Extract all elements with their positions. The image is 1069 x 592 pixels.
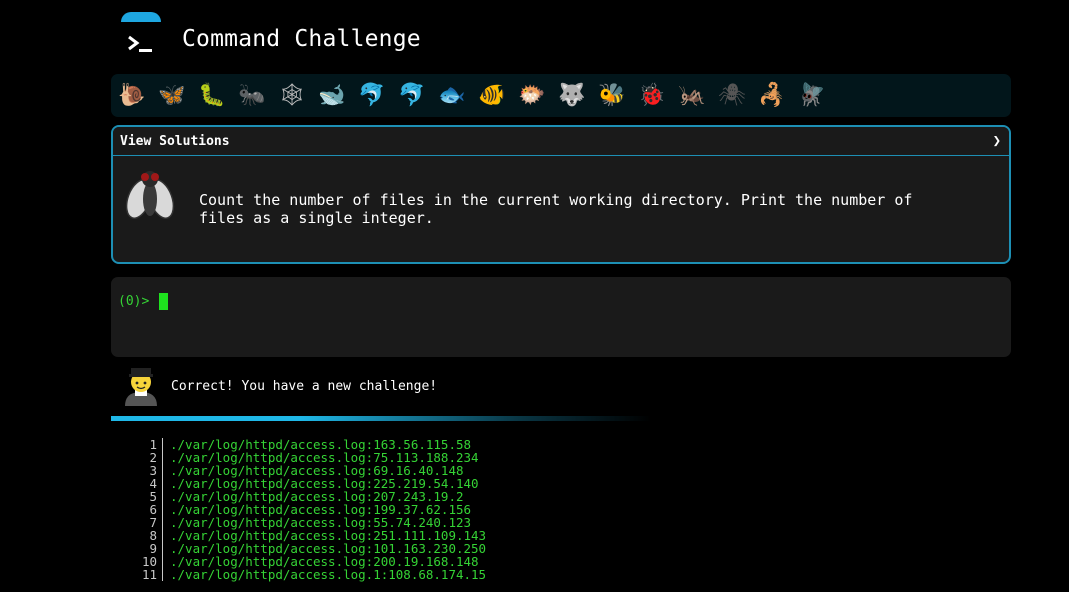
line-separator — [162, 516, 163, 529]
level-selector-bar: 🐌 🦋 🐛 🐜 🕸 🐋 🐬 🐬 🐟 🐠 🐡 🐺 🐝 🐞 🦗 🕷 🦂 🪰 — [111, 74, 1011, 117]
challenge-description: Count the number of files in the current… — [199, 191, 913, 227]
whale-icon[interactable]: 🐋 — [316, 80, 348, 112]
ant-icon[interactable]: 🐜 — [236, 80, 268, 112]
snail-icon[interactable]: 🐌 — [116, 80, 148, 112]
terminal-input-area[interactable]: (0)> — [111, 277, 1011, 357]
terminal-prompt: (0)> — [118, 294, 150, 309]
terminal-prompt-icon — [128, 35, 152, 52]
caterpillar-icon[interactable]: 🐛 — [196, 80, 228, 112]
feedback-message: Correct! You have a new challenge! — [171, 379, 438, 394]
view-solutions-toggle[interactable]: View Solutions ❯ — [113, 127, 1009, 156]
line-separator — [162, 542, 163, 555]
scorpion-icon[interactable]: 🦂 — [756, 80, 788, 112]
line-number: 11 — [141, 567, 157, 582]
fish-icon[interactable]: 🐟 — [436, 80, 468, 112]
output-line: 11 ./var/log/httpd/access.log.1:108.68.17… — [137, 568, 837, 581]
line-separator — [162, 451, 163, 464]
header: Command Challenge — [111, 0, 1011, 72]
view-solutions-label: View Solutions — [120, 134, 230, 149]
spider-web-icon[interactable]: 🕸 — [276, 80, 308, 112]
spider-icon[interactable]: 🕷 — [716, 80, 748, 112]
bee-icon[interactable]: 🐝 — [596, 80, 628, 112]
ladybug-icon[interactable]: 🐞 — [636, 80, 668, 112]
line-separator — [162, 529, 163, 542]
wolf-icon[interactable]: 🐺 — [556, 80, 588, 112]
line-separator — [162, 490, 163, 503]
fly-icon[interactable]: 🪰 — [796, 80, 828, 112]
blowfish-icon[interactable]: 🐡 — [516, 80, 548, 112]
divider — [111, 416, 651, 421]
command-challenge-logo[interactable] — [119, 12, 163, 56]
line-separator — [162, 438, 163, 451]
cricket-icon[interactable]: 🦗 — [676, 80, 708, 112]
logo-dome-icon — [121, 12, 161, 22]
chevron-right-icon: ❯ — [992, 133, 1001, 149]
line-separator — [162, 464, 163, 477]
butterfly-icon[interactable]: 🦋 — [156, 80, 188, 112]
line-separator — [162, 503, 163, 516]
line-separator — [162, 477, 163, 490]
agent-avatar-icon — [125, 368, 157, 406]
fly-icon — [125, 171, 175, 219]
terminal-cursor — [159, 293, 168, 310]
challenge-panel: View Solutions ❯ Count the number of fil… — [111, 125, 1011, 264]
line-separator — [162, 555, 163, 568]
command-output: 1 ./var/log/httpd/access.log:163.56.115.5… — [137, 438, 837, 581]
shark-icon[interactable]: 🐬 — [396, 80, 428, 112]
line-separator — [162, 568, 163, 581]
tropical-fish-icon[interactable]: 🐠 — [476, 80, 508, 112]
page-title: Command Challenge — [182, 26, 421, 52]
output-line-text: ./var/log/httpd/access.log.1:108.68.174.… — [170, 567, 487, 582]
dolphin-icon[interactable]: 🐬 — [356, 80, 388, 112]
